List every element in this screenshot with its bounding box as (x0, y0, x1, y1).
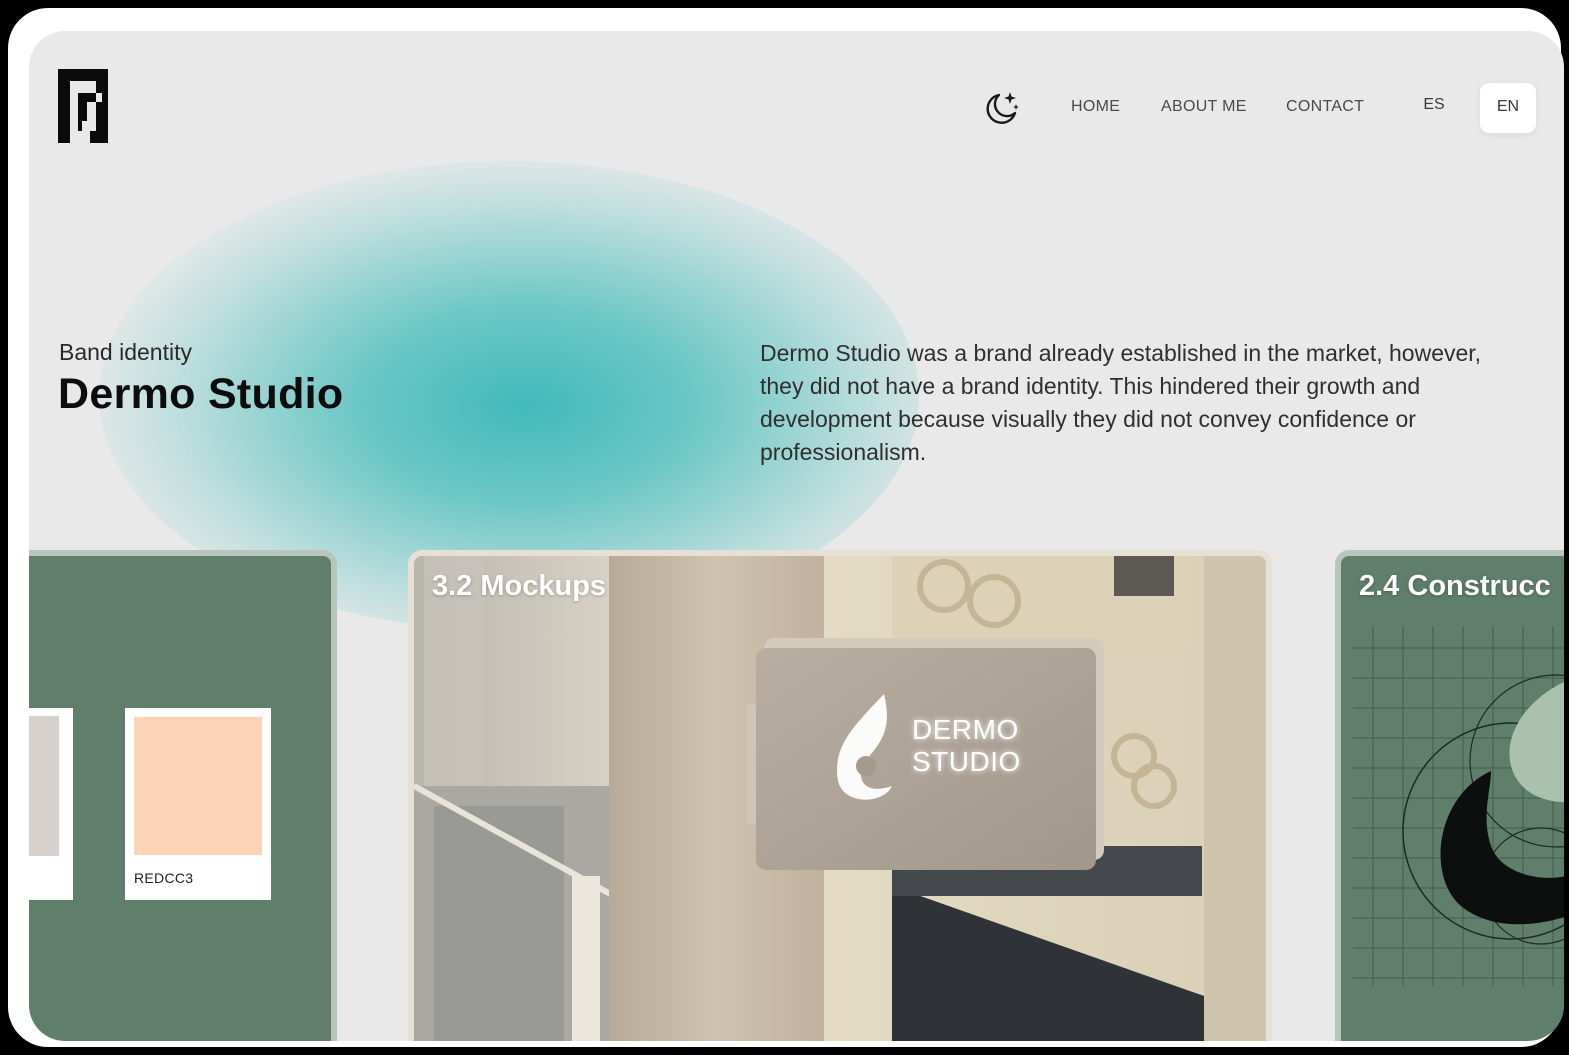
monogram-logo[interactable] (58, 69, 108, 143)
project-description: Dermo Studio was a brand already establi… (760, 340, 1482, 465)
color-swatch (29, 708, 73, 900)
swatch-code: REDCC3 (134, 870, 194, 886)
mockup-card[interactable]: DERMO STUDIO 3.2 Mockups (408, 550, 1272, 1041)
project-category: Band identity (59, 339, 192, 365)
language-en-button[interactable]: EN (1479, 82, 1537, 134)
construction-grid-diagram (1353, 626, 1564, 986)
language-es-button[interactable]: ES (1411, 96, 1457, 114)
nav-contact-link[interactable]: CONTACT (1286, 98, 1364, 116)
swatch-chip-gray (29, 716, 59, 856)
construction-card[interactable]: 2.4 Construcc (1335, 550, 1564, 1041)
palette-card[interactable]: REDCC3 (29, 550, 337, 1041)
sign-text-studio: STUDIO (912, 746, 1021, 777)
color-swatch: REDCC3 (125, 708, 271, 900)
mockup-card-label: 3.2 Mockups (432, 570, 607, 602)
window-frame: HOME ABOUT ME CONTACT ES EN Band identit… (8, 8, 1564, 1047)
moon-stars-icon[interactable] (982, 89, 1020, 127)
nav-home-link[interactable]: HOME (1071, 98, 1120, 116)
nav-about-link[interactable]: ABOUT ME (1161, 98, 1247, 116)
swatch-chip-peach (134, 717, 262, 855)
sign-text-dermo: DERMO (912, 714, 1019, 745)
construction-card-label: 2.4 Construcc (1359, 570, 1551, 602)
page: HOME ABOUT ME CONTACT ES EN Band identit… (29, 31, 1564, 1041)
storefront-photo (414, 556, 1266, 1041)
page-title: Dermo Studio (58, 370, 344, 418)
